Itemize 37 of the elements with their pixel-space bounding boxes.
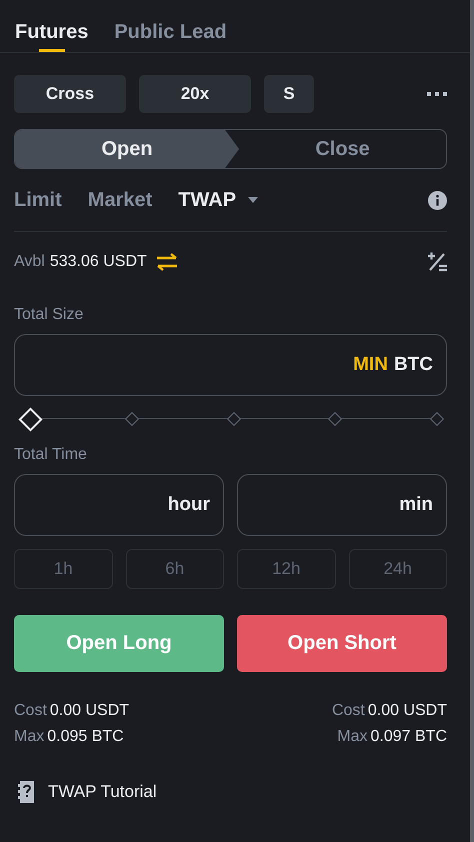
scrollbar[interactable] <box>470 0 474 842</box>
transfer-icon[interactable] <box>156 253 178 271</box>
tab[interactable]: Public Lead <box>114 0 227 52</box>
max-value: 0.097 BTC <box>370 728 447 746</box>
tutorial-link[interactable]: TWAP Tutorial <box>48 782 157 802</box>
setting-button[interactable]: Cross <box>14 75 126 113</box>
max-label: Max <box>337 728 368 746</box>
cost-value: 0.00 USDT <box>368 702 447 720</box>
field-label: Total Time <box>14 446 88 464</box>
tab[interactable]: Futures <box>15 0 88 52</box>
cost-label: Cost <box>14 702 47 720</box>
open-short-button[interactable]: Open Short <box>237 615 447 672</box>
order-type-tab[interactable]: Limit <box>14 188 62 212</box>
switch-segment[interactable]: Open <box>15 130 240 168</box>
time-field[interactable]: hour <box>14 474 224 536</box>
unit-label: BTC <box>394 354 433 376</box>
more-icon[interactable] <box>427 91 447 97</box>
min-hint[interactable]: MIN <box>353 354 388 376</box>
unit-label: hour <box>168 494 210 516</box>
setting-button[interactable]: 20x <box>139 75 251 113</box>
time-field[interactable]: min <box>237 474 447 536</box>
field-label: Total Size <box>14 306 84 324</box>
info-icon[interactable] <box>428 190 447 210</box>
cost-value: 0.00 USDT <box>50 702 130 720</box>
max-value: 0.095 BTC <box>47 728 124 746</box>
available-label: Avbl <box>14 253 45 271</box>
order-type-tab[interactable]: TWAP <box>178 188 258 212</box>
available-value: 533.06 USDT <box>50 253 147 271</box>
order-type-tab[interactable]: Market <box>88 188 152 212</box>
help-icon <box>18 781 36 803</box>
switch-segment[interactable]: Close <box>239 130 446 168</box>
setting-button[interactable]: S <box>264 75 314 113</box>
max-label: Max <box>14 728 44 746</box>
calculator-icon[interactable] <box>427 252 447 272</box>
cost-label: Cost <box>332 702 365 720</box>
size-field[interactable]: MIN BTC <box>14 334 447 396</box>
unit-label: min <box>399 494 433 516</box>
